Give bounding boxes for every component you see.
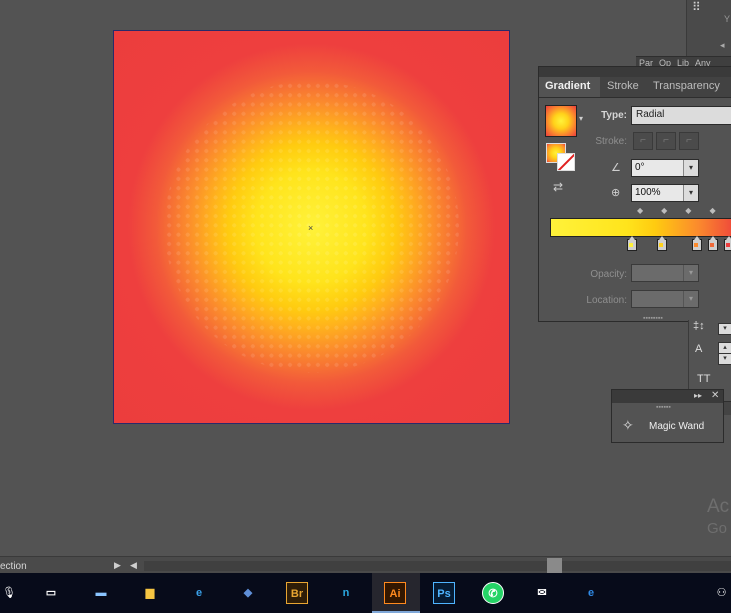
task-view-icon: ▭ [45,587,57,599]
close-icon[interactable]: ✕ [711,390,719,401]
reverse-gradient-icon[interactable]: ⇄ [553,180,563,194]
thumbnail-menu-arrow-icon[interactable]: ▾ [579,114,583,123]
panel-header[interactable] [612,390,723,403]
type-label: Type: [601,110,627,121]
aspect-value: 100% [635,187,661,198]
leading-icon: ‡↕ [693,320,705,332]
resize-grip[interactable]: ▪▪▪▪▪▪▪▪ [643,315,663,322]
stroke-across-button[interactable]: ⌐ [679,132,699,150]
taskbar-whatsapp[interactable]: ✆ [470,573,518,613]
taskbar-edge[interactable]: e [568,573,616,613]
gradient-type-select[interactable]: Radial [631,106,731,125]
internet-explorer-icon: e [195,587,203,599]
expand-panel-icon[interactable]: ▸▸ [694,391,702,400]
gradient-midpoint-markers[interactable]: ◆◆◆◆ [637,206,731,215]
activate-windows-subtitle: Go [707,520,728,537]
activate-windows-title: Ac [707,496,730,517]
stop-color [694,243,698,247]
stroke-label: Stroke: [595,136,627,147]
type-value: Radial [636,109,665,120]
opacity-field: ▾ [631,264,699,282]
taskbar-nitro[interactable]: n [323,573,371,613]
taskbar-task-view[interactable]: ▭ [28,573,76,613]
stroke-along-button[interactable]: ⌐ [656,132,676,150]
bridge-icon: Br [286,582,308,604]
gradient-stop[interactable] [627,236,637,251]
leading-stepper[interactable]: ▾ [718,323,731,335]
taskbar-photoshop[interactable]: Ps [421,573,469,613]
location-label: Location: [586,295,627,306]
all-caps-button[interactable]: TT [697,373,710,385]
angle-dropdown-icon[interactable]: ▾ [683,160,698,176]
folder-icon: ▆ [145,587,155,599]
character-panel-partial: ‡↕ ▾ A ▴ ▾ TT [688,320,731,396]
whatsapp-icon: ✆ [482,582,504,604]
location-field: ▾ [631,290,699,308]
center-marker: × [308,223,314,233]
opacity-dropdown-icon: ▾ [683,265,698,281]
taskbar-this-pc[interactable]: ▬ [78,573,126,613]
align-grid-icon[interactable]: ⠿ [692,0,702,14]
stroke-within-button[interactable]: ⌐ [633,132,653,150]
angle-icon: ∠ [611,162,621,174]
taskbar-bridge[interactable]: Br [274,573,322,613]
status-bar: ection ▶ ◀ [0,556,731,574]
magic-wand-icon[interactable]: ✧ [622,417,634,434]
aspect-dropdown-icon[interactable]: ▾ [683,185,698,201]
y-label: Y [724,14,731,24]
scrollbar-thumb[interactable] [547,558,562,573]
taskbar-mail[interactable]: ✉ [519,573,567,613]
stop-color [659,243,663,247]
edge-icon: e [587,587,595,599]
taskbar-app[interactable]: ◆ [225,573,273,613]
tab-stroke[interactable]: Stroke [607,80,639,92]
magic-wand-label[interactable]: Magic Wand [649,421,704,432]
taskbar-internet-explorer[interactable]: e [176,573,224,613]
status-tool-name[interactable]: ection [0,561,27,572]
panel-header[interactable] [539,67,731,77]
microphone-icon[interactable]: 🎙 [0,573,18,613]
status-menu-arrow-icon[interactable]: ▶ [114,560,121,571]
stroke-swatch-none[interactable] [557,153,575,171]
gradient-stop[interactable] [692,236,702,251]
scroll-left-icon[interactable]: ◀ [130,560,137,571]
stop-color [726,243,730,247]
aspect-ratio-field[interactable]: 100% ▾ [631,184,699,202]
gradient-stop[interactable] [657,236,667,251]
app-icon: ◆ [243,587,253,599]
taskbar-file-explorer[interactable]: ▆ [127,573,175,613]
magic-wand-panel: ▸▸ ✕ ▪▪▪▪▪▪ ✧ Magic Wand [611,389,724,443]
resize-grip[interactable]: ▪▪▪▪▪▪ [656,404,671,411]
mail-icon: ✉ [537,587,547,599]
gradient-panel: Gradient Stroke Transparency ▾ ⇄ Type: R… [538,66,731,322]
this-pc-icon: ▬ [95,587,107,599]
people-icon[interactable]: ⚇ [712,573,731,613]
tracking-stepper-down[interactable]: ▾ [718,353,731,365]
collapse-icon[interactable]: ◂ [720,40,725,51]
illustrator-icon: Ai [384,582,406,604]
angle-value: 0° [635,162,645,173]
tab-gradient[interactable]: Gradient [545,80,590,92]
tracking-icon: A [695,343,703,355]
taskbar-illustrator[interactable]: Ai [372,573,420,613]
nitro-icon: n [342,587,350,599]
opacity-label: Opacity: [590,269,627,280]
gradient-stop[interactable] [708,236,718,251]
angle-field[interactable]: 0° ▾ [631,159,699,177]
gradient-thumbnail[interactable] [545,105,577,137]
aspect-ratio-icon: ⊕ [611,187,621,199]
gradient-slider[interactable] [550,218,731,237]
stop-color [710,243,714,247]
location-dropdown-icon: ▾ [683,291,698,307]
horizontal-scrollbar[interactable] [144,561,731,571]
tab-transparency[interactable]: Transparency [653,80,720,92]
photoshop-icon: Ps [433,582,455,604]
panel-tabs: Gradient Stroke Transparency [539,77,731,98]
stop-color [629,243,633,247]
windows-taskbar: 🎙 ▭ ▬ ▆ e ◆ Br n Ai Ps ✆ ✉ e ⚇ [0,573,731,613]
gradient-stop[interactable] [724,236,731,251]
